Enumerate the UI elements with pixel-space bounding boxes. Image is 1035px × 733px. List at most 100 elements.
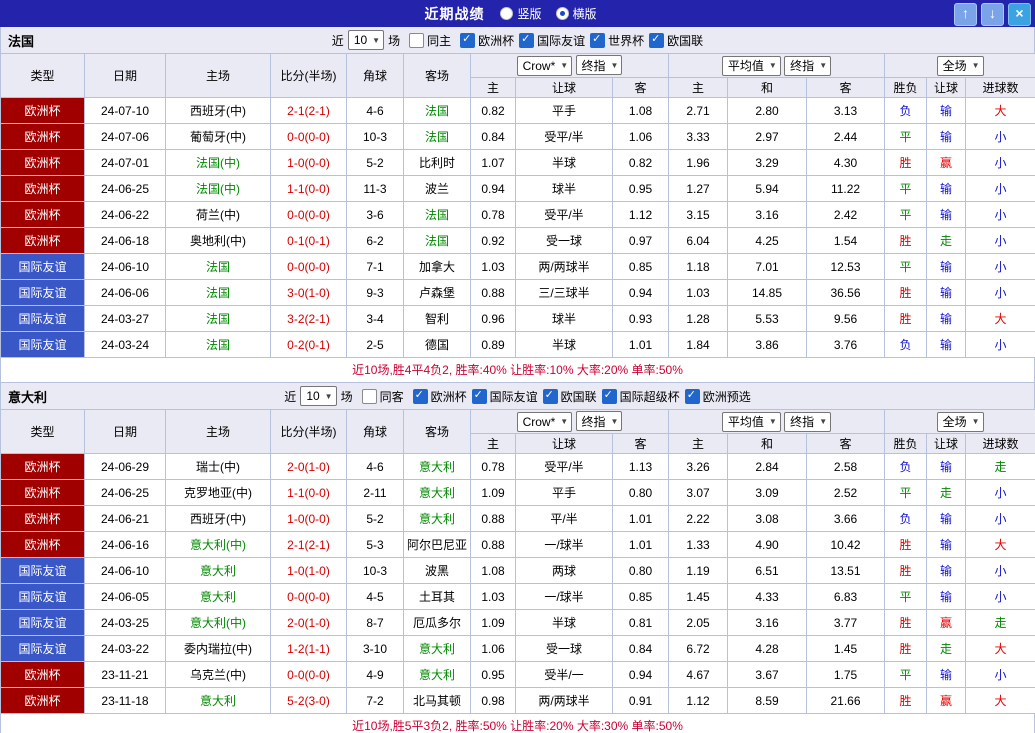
league-checkbox[interactable]: 国际友谊	[519, 32, 585, 49]
match-row: 欧洲杯24-06-22荷兰(中)0-0(0-0)3-6法国0.78受平/半1.1…	[1, 202, 1035, 228]
cell-date: 24-06-10	[85, 558, 166, 584]
match-count-select[interactable]: 10 ▼	[348, 30, 384, 50]
summary-line: 近10场,胜4平4负2, 胜率:40% 让胜率:10% 大率:20% 单率:50…	[0, 358, 1035, 383]
cell-result: 胜	[885, 306, 927, 332]
cell-date: 24-06-25	[85, 480, 166, 506]
cell-type: 欧洲杯	[1, 662, 85, 688]
checkbox-checked-icon[interactable]	[472, 389, 487, 404]
cell-date: 24-03-27	[85, 306, 166, 332]
checkbox-checked-icon[interactable]	[685, 389, 700, 404]
matches-table-italy: 类型 日期 主场 比分(半场) 角球 客场 Crow*▼ 终指▼ 平均值▼ 终指…	[0, 409, 1035, 714]
cell-score: 5-2(3-0)	[271, 688, 347, 714]
league-label: 国际友谊	[490, 388, 538, 405]
cell-avg-away: 3.77	[807, 610, 885, 636]
same-venue-checkbox[interactable]: 同客	[362, 388, 404, 405]
cell-score: 0-0(0-0)	[271, 202, 347, 228]
cell-corner: 3-10	[347, 636, 404, 662]
col-date: 日期	[85, 54, 166, 98]
cell-away-team: 卢森堡	[404, 280, 471, 306]
bookmaker-final-select[interactable]: 终指▼	[576, 411, 623, 431]
bookmaker-final-select[interactable]: 终指▼	[576, 55, 623, 75]
chevron-down-icon: ▼	[769, 61, 777, 70]
checkbox-checked-icon[interactable]	[602, 389, 617, 404]
cell-avg-home: 2.05	[669, 610, 728, 636]
same-venue-checkbox[interactable]: 同主	[409, 32, 451, 49]
cell-result: 胜	[885, 636, 927, 662]
layout-radio-vertical[interactable]: 竖版	[500, 5, 541, 22]
average-select[interactable]: 平均值▼	[722, 412, 781, 432]
col-odds-home: 主	[471, 78, 516, 98]
league-checkbox[interactable]: 欧洲预选	[685, 388, 751, 405]
match-count-select[interactable]: 10 ▼	[300, 386, 336, 406]
bookmaker-select[interactable]: Crow*▼	[517, 56, 573, 76]
cell-avg-home: 1.03	[669, 280, 728, 306]
checkbox-checked-icon[interactable]	[519, 33, 534, 48]
league-checkbox[interactable]: 欧洲杯	[413, 388, 467, 405]
checkbox-checked-icon[interactable]	[590, 33, 605, 48]
average-final-select[interactable]: 终指▼	[784, 56, 831, 76]
radio-unselected-icon[interactable]	[500, 7, 513, 20]
checkbox-checked-icon[interactable]	[649, 33, 664, 48]
cell-avg-draw: 4.90	[728, 532, 807, 558]
checkbox-unchecked-icon[interactable]	[362, 389, 377, 404]
cell-type: 欧洲杯	[1, 124, 85, 150]
cell-handicap-result: 走	[927, 228, 966, 254]
league-checkbox[interactable]: 欧国联	[543, 388, 597, 405]
cell-result: 胜	[885, 532, 927, 558]
cell-goals-result: 大	[966, 532, 1035, 558]
cell-date: 24-06-16	[85, 532, 166, 558]
average-final-select[interactable]: 终指▼	[784, 412, 831, 432]
close-button[interactable]: ×	[1008, 3, 1031, 26]
move-down-button[interactable]: ↓	[981, 3, 1004, 26]
panel-title: 近期战绩	[424, 4, 484, 24]
cell-avg-draw: 2.80	[728, 98, 807, 124]
cell-odds-home: 0.89	[471, 332, 516, 358]
cell-score: 2-1(2-1)	[271, 532, 347, 558]
radio-selected-icon[interactable]	[556, 7, 569, 20]
league-checkbox[interactable]: 欧洲杯	[460, 32, 514, 49]
average-odds-group: 平均值▼ 终指▼	[669, 410, 885, 434]
col-handicap: 让球	[516, 434, 613, 454]
move-up-button[interactable]: ↑	[954, 3, 977, 26]
cell-goals-result: 小	[966, 280, 1035, 306]
checkbox-unchecked-icon[interactable]	[409, 33, 424, 48]
cell-avg-home: 3.15	[669, 202, 728, 228]
layout-radio-horizontal[interactable]: 横版	[556, 5, 597, 22]
league-label: 世界杯	[608, 32, 644, 49]
cell-home-team: 西班牙(中)	[166, 506, 271, 532]
checkbox-checked-icon[interactable]	[413, 389, 428, 404]
league-checkbox[interactable]: 欧国联	[649, 32, 703, 49]
cell-odds-away: 0.94	[613, 280, 669, 306]
cell-odds-home: 1.09	[471, 480, 516, 506]
cell-corner: 2-5	[347, 332, 404, 358]
cell-odds-home: 0.98	[471, 688, 516, 714]
league-checkbox[interactable]: 国际超级杯	[602, 388, 680, 405]
cell-avg-away: 4.30	[807, 150, 885, 176]
match-row: 国际友谊24-06-10法国0-0(0-0)7-1加拿大1.03两/两球半0.8…	[1, 254, 1035, 280]
cell-avg-away: 2.58	[807, 454, 885, 480]
col-avg-draw: 和	[728, 78, 807, 98]
checkbox-checked-icon[interactable]	[543, 389, 558, 404]
cell-score: 1-0(1-0)	[271, 558, 347, 584]
cell-avg-home: 3.33	[669, 124, 728, 150]
cell-avg-away: 6.83	[807, 584, 885, 610]
league-checkbox[interactable]: 国际友谊	[472, 388, 538, 405]
col-avg-draw: 和	[728, 434, 807, 454]
cell-avg-away: 3.13	[807, 98, 885, 124]
cell-avg-away: 13.51	[807, 558, 885, 584]
cell-handicap-result: 走	[927, 636, 966, 662]
cell-avg-home: 4.67	[669, 662, 728, 688]
cell-date: 24-07-06	[85, 124, 166, 150]
cell-goals-result: 小	[966, 150, 1035, 176]
cell-result: 胜	[885, 228, 927, 254]
scope-select[interactable]: 全场▼	[937, 412, 984, 432]
cell-handicap: 球半	[516, 176, 613, 202]
bookmaker-select[interactable]: Crow*▼	[517, 412, 573, 432]
scope-select[interactable]: 全场▼	[937, 56, 984, 76]
average-select[interactable]: 平均值▼	[722, 56, 781, 76]
checkbox-checked-icon[interactable]	[460, 33, 475, 48]
match-row: 欧洲杯24-06-25克罗地亚(中)1-1(0-0)2-11意大利1.09平手0…	[1, 480, 1035, 506]
league-checkbox[interactable]: 世界杯	[590, 32, 644, 49]
col-avg-home: 主	[669, 78, 728, 98]
cell-avg-away: 3.76	[807, 332, 885, 358]
